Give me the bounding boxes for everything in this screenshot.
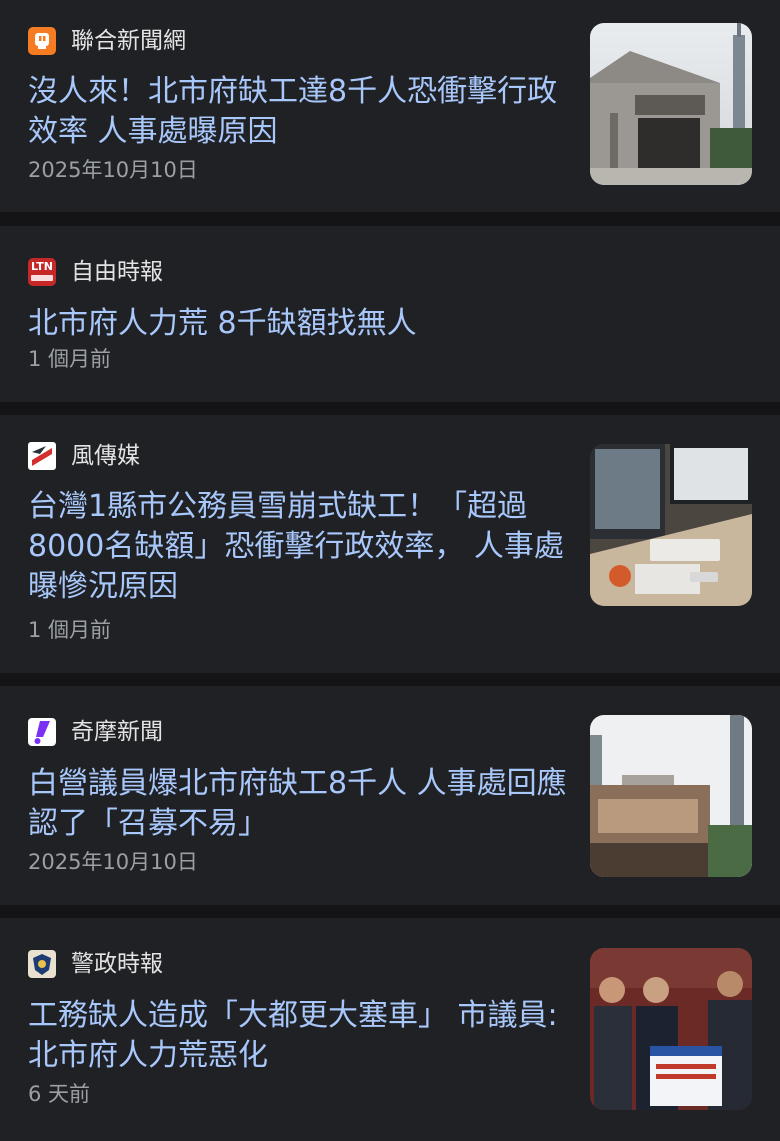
timestamp: 2025年10月10日 <box>28 158 198 182</box>
yahoo-news-logo-icon <box>28 718 56 746</box>
ltn-logo-text: LTN <box>31 260 53 273</box>
headline[interactable]: 白營議員爆北市府缺工8千人 人事處回應認了「召募不易」 <box>28 764 568 844</box>
news-feed: 聯合新聞網 沒人來！北市府缺工達8千人恐衝擊行政效率 人事處曝原因 2025年1… <box>0 0 780 1141</box>
source-row: 聯合新聞網 <box>28 27 186 55</box>
timestamp: 6 天前 <box>28 1082 91 1106</box>
timestamp: 1 個月前 <box>28 618 112 642</box>
police-times-logo-icon <box>28 950 56 978</box>
ltn-logo-icon: LTN <box>28 258 56 286</box>
source-name: 自由時報 <box>71 259 163 285</box>
news-card[interactable]: 奇摩新聞 白營議員爆北市府缺工8千人 人事處回應認了「召募不易」 2025年10… <box>0 686 780 905</box>
news-card[interactable]: 警政時報 工務缺人造成「大都更大塞車」 市議員:北市府人力荒惡化 6 天前 <box>0 918 780 1141</box>
source-name: 聯合新聞網 <box>71 28 186 54</box>
headline[interactable]: 北市府人力荒 8千缺額找無人 <box>28 304 728 344</box>
source-row: 風傳媒 <box>28 442 140 470</box>
source-row: 奇摩新聞 <box>28 718 163 746</box>
news-card[interactable]: 聯合新聞網 沒人來！北市府缺工達8千人恐衝擊行政效率 人事處曝原因 2025年1… <box>0 0 780 212</box>
headline[interactable]: 台灣1縣市公務員雪崩式缺工！「超過8000名缺額」恐衝擊行政效率， 人事處曝慘況… <box>28 487 573 607</box>
udn-logo-icon <box>28 27 56 55</box>
city-hall-building-image[interactable] <box>590 23 752 185</box>
timestamp: 2025年10月10日 <box>28 850 198 874</box>
source-row: 警政時報 <box>28 950 163 978</box>
news-card[interactable]: 風傳媒 台灣1縣市公務員雪崩式缺工！「超過8000名缺額」恐衝擊行政效率， 人事… <box>0 415 780 673</box>
source-row: LTN 自由時報 <box>28 258 163 286</box>
office-desk-image[interactable] <box>590 444 752 606</box>
headline[interactable]: 工務缺人造成「大都更大塞車」 市議員:北市府人力荒惡化 <box>28 996 568 1076</box>
news-card[interactable]: LTN 自由時報 北市府人力荒 8千缺額找無人 1 個月前 <box>0 226 780 402</box>
city-hall-taipei101-image[interactable] <box>590 715 752 877</box>
source-name: 警政時報 <box>71 951 163 977</box>
source-name: 奇摩新聞 <box>71 719 163 745</box>
headline[interactable]: 沒人來！北市府缺工達8千人恐衝擊行政效率 人事處曝原因 <box>28 72 568 152</box>
source-name: 風傳媒 <box>71 443 140 469</box>
timestamp: 1 個月前 <box>28 347 112 371</box>
storm-media-logo-icon <box>28 442 56 470</box>
council-meeting-image[interactable] <box>590 948 752 1110</box>
